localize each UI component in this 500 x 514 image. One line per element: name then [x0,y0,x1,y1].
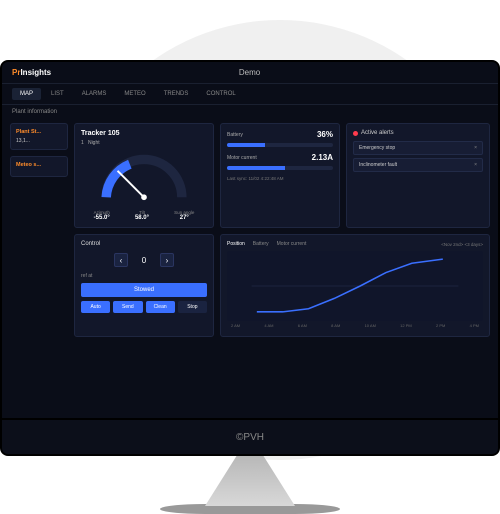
alerts-card: Active alerts Emergency stop × Inclinome… [346,123,490,228]
tracker-name: Tracker 105 [81,130,207,137]
line-chart [227,251,483,321]
chart-tab-battery[interactable]: Battery [253,241,269,247]
tracker-gauge-card: Tracker 105 1 Night [74,123,214,228]
stat-tilt: Tilt 58.0° [135,210,149,221]
tab-control[interactable]: CONTROL [198,88,243,100]
control-value: 0 [134,256,154,265]
decrement-button[interactable]: ‹ [114,253,128,267]
alerts-title: Active alerts [361,130,394,136]
increment-button[interactable]: › [160,253,174,267]
chart-x-axis: 2 AM 4 AM 6 AM 8 AM 10 AM 12 PM 2 PM 4 P… [227,321,483,330]
tab-map[interactable]: MAP [12,88,41,100]
control-title: Control [81,241,207,247]
send-button[interactable]: Send [113,301,142,313]
tab-alarms[interactable]: ALARMS [74,88,115,100]
subheader: Plant information [2,105,498,119]
app-header: PrInsights Demo [2,62,498,84]
close-icon[interactable]: × [474,162,477,168]
last-sync: Last sync: 11/02 4:22:48 AM [227,176,333,181]
chart-date-range[interactable]: <Nov 2nd> <3 days> [441,242,483,247]
motor-label: Motor current [227,155,257,161]
stop-button[interactable]: Stop [178,301,207,313]
gauge-icon [94,150,194,202]
page-title: Demo [51,68,448,77]
chart-tab-motor[interactable]: Motor current [277,241,307,247]
sidebar-plant-title: Plant St... [16,129,62,135]
trend-chart-card: Position Battery Motor current <Nov 2nd>… [220,234,490,337]
alert-item[interactable]: Emergency stop × [353,141,483,155]
stat-sun: Sun angle 27° [174,210,194,221]
control-ref-label: ref at [81,273,207,279]
alert-dot-icon [353,131,358,136]
stat-azimuth: Azimuth -55.0° [94,210,110,221]
tab-meteo[interactable]: METEO [116,88,153,100]
sidebar-meteo-card[interactable]: Meteo s... [10,156,68,177]
stowed-button[interactable]: Stowed [81,283,207,297]
chart-tab-position[interactable]: Position [227,241,245,247]
alert-item[interactable]: Inclinometer fault × [353,158,483,172]
tab-trends[interactable]: TRENDS [156,88,197,100]
sidebar-plant-value: 13,1... [16,138,62,144]
monitor-chin: ©PVH [0,420,500,456]
metrics-card: Battery 36% Motor current 2.13A Last syn… [220,123,340,228]
logo: PrInsights [12,68,51,77]
sidebar-meteo-title: Meteo s... [16,162,62,168]
motor-value: 2.13A [312,153,333,162]
battery-bar [227,143,333,147]
close-icon[interactable]: × [474,145,477,151]
tab-list[interactable]: LIST [43,88,72,100]
auto-button[interactable]: Auto [81,301,110,313]
nav-tabs: MAP LIST ALARMS METEO TRENDS CONTROL [2,84,498,105]
motor-bar [227,166,333,170]
sidebar-plant-card[interactable]: Plant St... 13,1... [10,123,68,150]
control-card: Control ‹ 0 › ref at Stowed Auto Send Cl… [74,234,214,337]
footer-brand: ©PVH [236,432,264,443]
battery-value: 36% [317,130,333,139]
clean-button[interactable]: Clean [146,301,175,313]
battery-label: Battery [227,132,243,138]
